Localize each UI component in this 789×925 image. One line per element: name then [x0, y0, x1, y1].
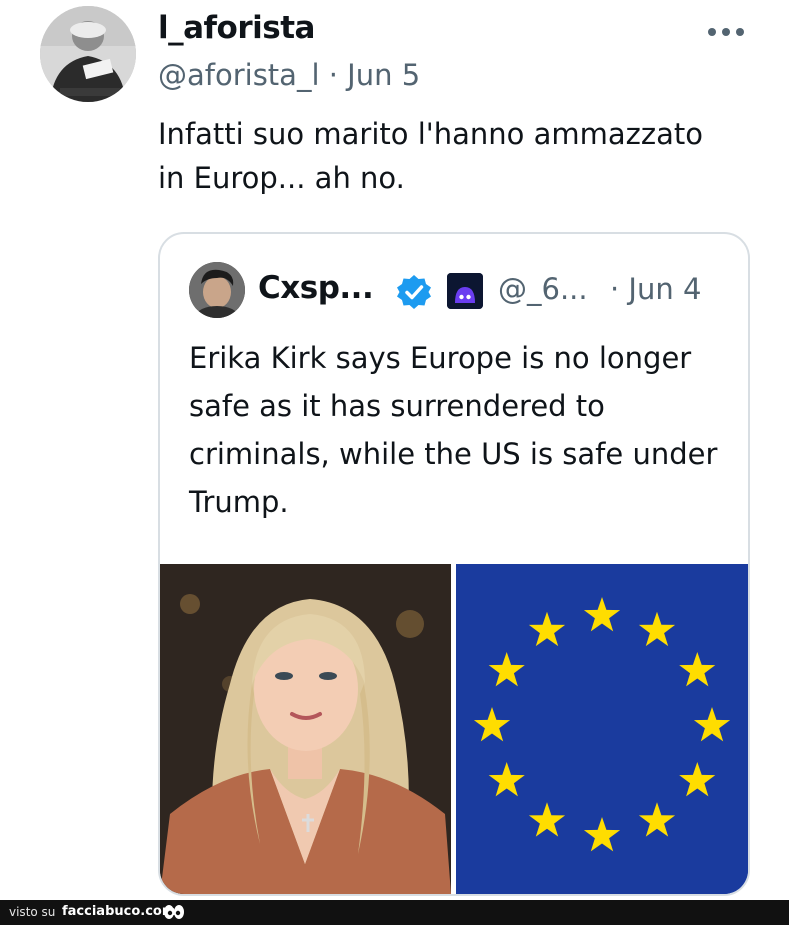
quoted-display-name[interactable]: Cxsp...	[258, 270, 374, 306]
author-avatar[interactable]	[40, 6, 136, 102]
woman-portrait	[160, 564, 451, 894]
quoted-avatar-photo	[189, 262, 245, 318]
tweet-text: Infatti suo marito l'hanno ammazzato in …	[158, 117, 703, 195]
more-options-icon[interactable]	[706, 14, 746, 44]
quoted-image-eu-flag[interactable]	[456, 564, 748, 894]
author-meta: @aforista_l · Jun 5	[158, 58, 420, 92]
author-handle[interactable]: @aforista_l	[158, 58, 320, 92]
quoted-tweet-card[interactable]: Cxsp... @_6... · Jun 4 Erika Kirk says E…	[158, 232, 750, 896]
author-avatar-photo	[40, 6, 136, 102]
bot-badge-icon	[447, 273, 483, 309]
verified-badge-icon	[396, 274, 432, 310]
eyes-icon	[163, 903, 185, 925]
tweet-date[interactable]: Jun 5	[347, 58, 420, 92]
eu-flag	[456, 564, 748, 894]
quoted-tweet-text: Erika Kirk says Europe is no longer safe…	[189, 341, 718, 519]
quoted-author-avatar[interactable]	[189, 262, 245, 318]
footer-visto-label: visto su	[9, 905, 56, 919]
meta-separator: ·	[328, 58, 338, 92]
quoted-image-woman[interactable]	[160, 564, 451, 894]
quoted-date[interactable]: · Jun 4	[610, 272, 701, 306]
quoted-handle[interactable]: @_6...	[498, 272, 588, 306]
footer-site-name[interactable]: facciabuco.com	[62, 904, 175, 919]
watermark-footer: visto su facciabuco.com	[0, 900, 789, 925]
author-display-name[interactable]: l_aforista	[158, 10, 315, 46]
